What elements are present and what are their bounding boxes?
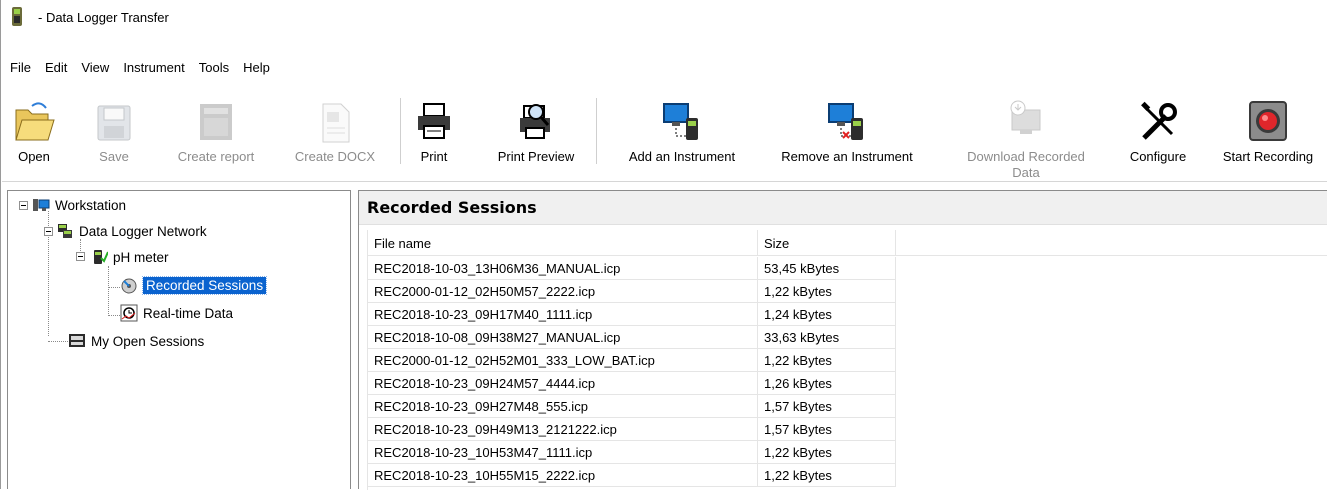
add-instrument-button[interactable]: Add an Instrument (612, 90, 752, 182)
table-row[interactable]: REC2018-10-23_09H49M13_2121222.icp 1,57 … (368, 418, 1327, 441)
table-row[interactable]: REC2000-01-12_02H50M57_2222.icp 1,22 kBy… (368, 280, 1327, 303)
file-name-cell: REC2018-10-08_09H38M27_MANUAL.icp (368, 326, 758, 349)
menu-tools[interactable]: Tools (192, 60, 236, 75)
tree-line (108, 266, 109, 316)
wrench-screwdriver-icon (1136, 98, 1180, 146)
report-icon (194, 98, 238, 146)
download-data-icon (1004, 98, 1048, 146)
record-button-icon (1246, 98, 1290, 146)
realtime-clock-icon (120, 304, 138, 322)
recorded-sessions-panel: Recorded Sessions File name Size REC2018… (358, 190, 1327, 490)
download-recorded-data-button[interactable]: Download Recorded Data (946, 90, 1106, 182)
collapse-toggle[interactable] (19, 201, 28, 210)
toolbar-separator (596, 98, 597, 164)
navigation-tree[interactable]: Workstation Data Logger Network pH meter… (7, 190, 351, 489)
table-row[interactable]: REC2000-01-12_02H52M01_333_LOW_BAT.icp 1… (368, 349, 1327, 372)
table-row[interactable]: REC2018-10-23_09H27M48_555.icp 1,57 kByt… (368, 395, 1327, 418)
tree-node-recorded-sessions[interactable]: Recorded Sessions (120, 275, 268, 295)
tree-node-data-logger-network[interactable]: Data Logger Network (56, 221, 207, 241)
file-name-cell: REC2018-10-03_13H06M36_MANUAL.icp (368, 257, 758, 280)
workstation-icon (32, 196, 50, 214)
list-header: File name Size (368, 230, 1327, 256)
tree-node-realtime-data[interactable]: Real-time Data (120, 303, 233, 323)
file-name-cell: REC2018-10-23_10H55M15_2222.icp (368, 464, 758, 487)
table-row[interactable]: REC2018-10-03_13H06M36_MANUAL.icp 53,45 … (368, 257, 1327, 280)
menu-instrument[interactable]: Instrument (116, 60, 191, 75)
floppy-disk-icon (92, 98, 136, 146)
collapse-toggle[interactable] (44, 227, 53, 236)
printer-icon (412, 98, 456, 146)
panel-title: Recorded Sessions (359, 191, 1327, 225)
word-document-icon (313, 98, 357, 146)
add-instrument-icon (660, 98, 704, 146)
start-recording-button[interactable]: Start Recording (1212, 90, 1324, 182)
open-button[interactable]: Open (8, 90, 60, 182)
sessions-list[interactable]: File name Size REC2018-10-03_13H06M36_MA… (367, 230, 1327, 490)
size-cell: 53,45 kBytes (758, 257, 896, 280)
size-cell: 1,22 kBytes (758, 464, 896, 487)
file-name-cell: REC2018-10-23_09H24M57_4444.icp (368, 372, 758, 395)
remove-instrument-button[interactable]: Remove an Instrument (766, 90, 928, 182)
print-preview-icon (514, 98, 558, 146)
remove-instrument-icon (825, 98, 869, 146)
toolbar: Open Save Create report Create DOCX Prin… (2, 90, 1327, 182)
tree-line (108, 287, 120, 288)
size-cell: 1,22 kBytes (758, 441, 896, 464)
data-logger-app-icon (10, 7, 26, 27)
tree-node-workstation[interactable]: Workstation (32, 195, 126, 215)
recorded-sessions-icon (120, 276, 138, 294)
file-name-cell: REC2018-10-23_09H49M13_2121222.icp (368, 418, 758, 441)
toolbar-separator (400, 98, 401, 164)
folder-open-icon (12, 98, 56, 146)
ph-meter-icon (90, 248, 109, 266)
file-name-cell: REC2000-01-12_02H50M57_2222.icp (368, 280, 758, 303)
configure-button[interactable]: Configure (1116, 90, 1200, 182)
create-docx-button[interactable]: Create DOCX (288, 90, 382, 182)
collapse-toggle[interactable] (76, 252, 85, 261)
menu-help[interactable]: Help (236, 60, 277, 75)
open-sessions-icon (68, 332, 86, 350)
menu-edit[interactable]: Edit (38, 60, 74, 75)
create-report-button[interactable]: Create report (170, 90, 262, 182)
size-cell: 1,57 kBytes (758, 418, 896, 441)
table-row[interactable]: REC2018-10-23_09H17M40_1111.icp 1,24 kBy… (368, 303, 1327, 326)
table-row[interactable]: REC2018-10-08_09H38M27_MANUAL.icp 33,63 … (368, 326, 1327, 349)
window-title: - Data Logger Transfer (38, 9, 169, 25)
menu-view[interactable]: View (74, 60, 116, 75)
size-cell: 1,26 kBytes (758, 372, 896, 395)
size-cell: 33,63 kBytes (758, 326, 896, 349)
column-header-size[interactable]: Size (758, 230, 896, 256)
size-cell: 1,57 kBytes (758, 395, 896, 418)
print-button[interactable]: Print (410, 90, 458, 182)
menu-file[interactable]: File (2, 60, 38, 75)
tree-node-my-open-sessions[interactable]: My Open Sessions (68, 331, 204, 351)
tree-node-ph-meter[interactable]: pH meter (90, 247, 169, 267)
app-window: - Data Logger Transfer File Edit View In… (0, 0, 1327, 490)
size-cell: 1,22 kBytes (758, 349, 896, 372)
size-cell: 1,22 kBytes (758, 280, 896, 303)
file-name-cell: REC2018-10-23_09H17M40_1111.icp (368, 303, 758, 326)
tree-line (108, 315, 120, 316)
table-row[interactable]: REC2018-10-23_10H53M47_1111.icp 1,22 kBy… (368, 441, 1327, 464)
column-header-file-name[interactable]: File name (368, 230, 758, 256)
file-name-cell: REC2000-01-12_02H52M01_333_LOW_BAT.icp (368, 349, 758, 372)
save-button[interactable]: Save (90, 90, 138, 182)
table-row[interactable]: REC2018-10-23_09H24M57_4444.icp 1,26 kBy… (368, 372, 1327, 395)
menu-bar: File Edit View Instrument Tools Help (2, 56, 277, 78)
title-bar: - Data Logger Transfer (2, 0, 1327, 34)
size-cell: 1,24 kBytes (758, 303, 896, 326)
print-preview-button[interactable]: Print Preview (488, 90, 584, 182)
table-row[interactable]: REC2018-10-23_10H55M15_2222.icp 1,22 kBy… (368, 464, 1327, 487)
tree-line (48, 341, 68, 342)
network-icon (56, 222, 74, 240)
file-name-cell: REC2018-10-23_09H27M48_555.icp (368, 395, 758, 418)
download-label: Download Recorded Data (967, 149, 1085, 180)
file-name-cell: REC2018-10-23_10H53M47_1111.icp (368, 441, 758, 464)
